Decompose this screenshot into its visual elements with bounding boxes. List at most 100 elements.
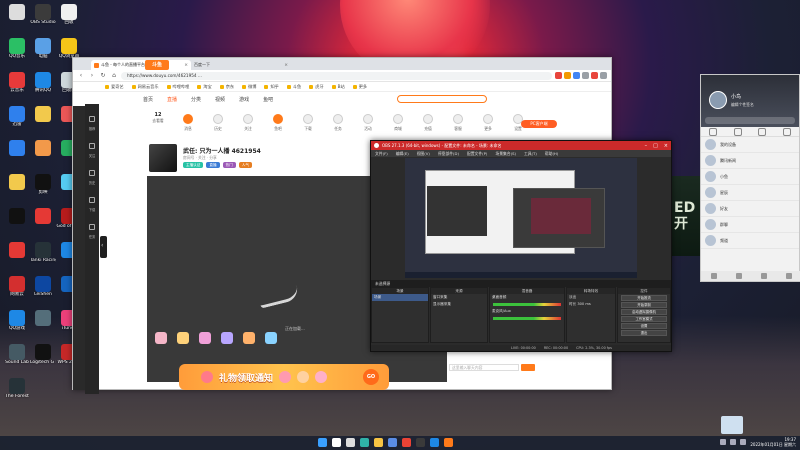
- menu-item[interactable]: 场景集合(S): [495, 151, 516, 157]
- bookmark-item[interactable]: 微博: [242, 84, 256, 90]
- nav-item[interactable]: 首页: [143, 96, 153, 103]
- sidebar-item-icon[interactable]: [89, 143, 95, 149]
- app-icon[interactable]: [760, 273, 767, 279]
- tab-baidu[interactable]: 百度一下 ×: [191, 60, 291, 70]
- close-icon[interactable]: ×: [184, 63, 188, 68]
- douyu-logo[interactable]: 斗鱼: [145, 60, 169, 70]
- desktop-icon[interactable]: [4, 4, 30, 34]
- source-item[interactable]: 显示器采集: [431, 301, 487, 308]
- contacts-icon[interactable]: [733, 127, 742, 136]
- nav-item[interactable]: 分类: [191, 96, 201, 103]
- menu-item[interactable]: 视图(V): [417, 151, 430, 157]
- settings-icon[interactable]: [785, 273, 792, 279]
- desktop-icon[interactable]: Tanki Racing: [30, 242, 56, 272]
- explorer-icon[interactable]: [374, 438, 383, 447]
- transition-duration[interactable]: 时长 300 ms: [567, 301, 615, 308]
- gift-icon[interactable]: [243, 332, 255, 344]
- feature-item[interactable]: 下载: [293, 112, 323, 142]
- desktop-icon[interactable]: [30, 106, 56, 136]
- space-icon[interactable]: [782, 127, 791, 136]
- obs-preview[interactable]: [405, 158, 637, 278]
- address-bar[interactable]: https://www.douyu.com/4621954 ...: [121, 71, 552, 80]
- bookmark-item[interactable]: 斗鱼: [287, 84, 301, 90]
- gift-icon[interactable]: [199, 332, 211, 344]
- feature-item[interactable]: 历史: [203, 112, 233, 142]
- desktop-icon[interactable]: 迅雷: [4, 106, 30, 136]
- edge-icon[interactable]: [360, 438, 369, 447]
- gift-icon[interactable]: [265, 332, 277, 344]
- list-item[interactable]: 星辰: [701, 185, 799, 201]
- desktop-icon[interactable]: 腾讯QQ: [30, 72, 56, 102]
- obs-window[interactable]: OBS 27.1.3 (64-bit, windows) - 配置文件: 未命名…: [370, 140, 672, 352]
- bookmark-item[interactable]: 哔哩哔哩: [167, 84, 190, 90]
- store-icon[interactable]: [388, 438, 397, 447]
- gift-icon[interactable]: [221, 332, 233, 344]
- list-item[interactable]: 群聊: [701, 217, 799, 233]
- menu-item[interactable]: 停靠部件(D): [438, 151, 459, 157]
- desktop-icon[interactable]: [4, 242, 30, 272]
- transition-select[interactable]: 淡出: [567, 294, 615, 301]
- gift-banner[interactable]: 礼物领取通知 GO: [179, 364, 389, 390]
- network-icon[interactable]: [730, 439, 737, 445]
- sidebar-item-icon[interactable]: [89, 197, 95, 203]
- feature-item[interactable]: 任务: [323, 112, 353, 142]
- bookmark-item[interactable]: 网易云音乐: [132, 84, 159, 90]
- close-icon[interactable]: ×: [284, 63, 288, 68]
- feature-item[interactable]: 客服: [443, 112, 473, 142]
- nav-item[interactable]: 视频: [215, 96, 225, 103]
- exit-button[interactable]: 退出: [621, 330, 667, 336]
- extension-icon[interactable]: [564, 72, 571, 79]
- channel-icon[interactable]: [758, 127, 767, 136]
- feature-item[interactable]: 12 去看看: [143, 112, 173, 142]
- sidebar-item-icon[interactable]: [89, 224, 95, 230]
- menu-item[interactable]: 帮助(H): [545, 151, 558, 157]
- feature-item[interactable]: 活动: [353, 112, 383, 142]
- menu-item[interactable]: 配置文件(P): [467, 151, 487, 157]
- desktop-icon[interactable]: [4, 174, 30, 204]
- bookmark-item[interactable]: 淘宝: [197, 84, 211, 90]
- desktop-icon[interactable]: LeiShen: [30, 276, 56, 306]
- menu-item[interactable]: 文件(F): [375, 151, 388, 157]
- douyu-icon[interactable]: [444, 438, 453, 447]
- bookmark-item[interactable]: 更多: [353, 84, 367, 90]
- clock[interactable]: 19:37 2022年01月01日 星期六: [750, 437, 796, 447]
- feature-item[interactable]: 鱼吧: [263, 112, 293, 142]
- feature-item[interactable]: 充值: [413, 112, 443, 142]
- chrome-icon[interactable]: [402, 438, 411, 447]
- nav-item[interactable]: 鱼吧: [263, 96, 273, 103]
- obs-icon[interactable]: [416, 438, 425, 447]
- close-icon[interactable]: ×: [664, 143, 668, 149]
- desktop-icon[interactable]: Logitech G HUB: [30, 344, 56, 374]
- menu-item[interactable]: 工具(T): [524, 151, 537, 157]
- forward-icon[interactable]: ›: [88, 72, 96, 79]
- back-icon[interactable]: ‹: [77, 72, 85, 79]
- scene-item[interactable]: 场景: [372, 294, 428, 301]
- feature-item[interactable]: 商城: [383, 112, 413, 142]
- nav-item[interactable]: 游戏: [239, 96, 249, 103]
- studio-mode-button[interactable]: 工作室模式: [621, 316, 667, 322]
- feature-item[interactable]: 消息: [173, 112, 203, 142]
- desktop-icon[interactable]: [4, 208, 30, 238]
- extension-icon[interactable]: [591, 72, 598, 79]
- nav-item[interactable]: 直播: [167, 96, 177, 103]
- qq-icon[interactable]: [430, 438, 439, 447]
- search-icon[interactable]: [332, 438, 341, 447]
- desktop-icon[interactable]: OBS Studio: [30, 4, 56, 34]
- chevron-up-icon[interactable]: [720, 439, 727, 445]
- desktop-icon[interactable]: [30, 208, 56, 238]
- settings-button[interactable]: 设置: [621, 323, 667, 329]
- minimize-icon[interactable]: –: [645, 143, 648, 149]
- desktop-icon[interactable]: 回收: [56, 4, 82, 34]
- menu-icon[interactable]: [600, 72, 607, 79]
- virtual-camera-button[interactable]: 启动虚拟摄像机: [621, 309, 667, 315]
- list-item[interactable]: 我的设备: [701, 137, 799, 153]
- room-tag[interactable]: 主播认证: [183, 162, 204, 168]
- sidebar-item-icon[interactable]: [89, 116, 95, 122]
- sidebar-collapse-handle[interactable]: [100, 236, 107, 258]
- gift-icon[interactable]: [155, 332, 167, 344]
- douyu-search-input[interactable]: [397, 95, 488, 103]
- bookmark-item[interactable]: 知乎: [264, 84, 278, 90]
- extension-icon[interactable]: [582, 72, 589, 79]
- desktop-icon[interactable]: 剪映: [30, 174, 56, 204]
- home-icon[interactable]: ⌂: [110, 72, 118, 79]
